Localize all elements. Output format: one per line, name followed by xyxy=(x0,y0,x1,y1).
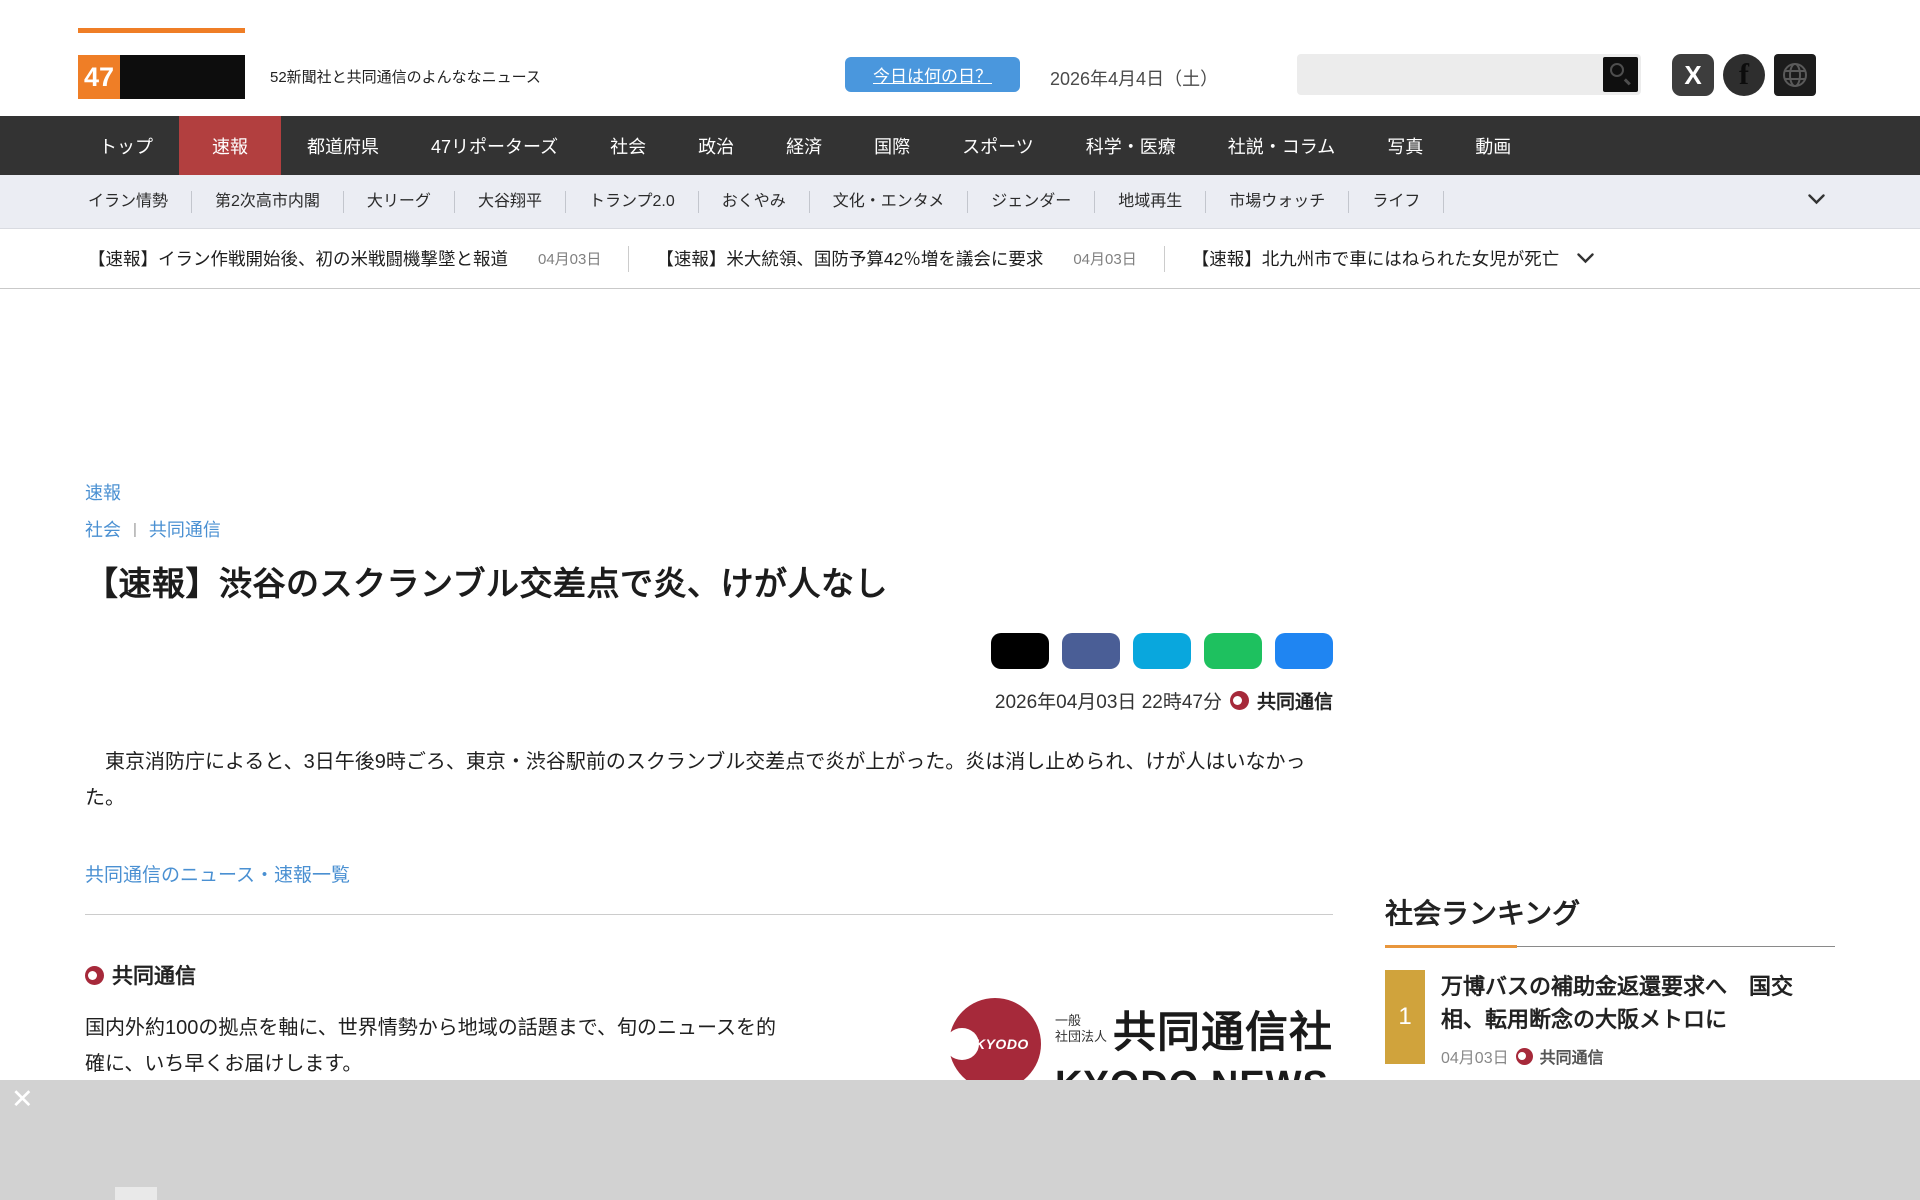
topic-iran[interactable]: イラン情勢 xyxy=(88,190,193,213)
site-logo[interactable]: 47 xyxy=(78,28,245,99)
rank-number-badge: 1 xyxy=(1385,970,1425,1064)
ticker-item[interactable]: 【速報】イラン作戦開始後、初の米戦闘機撃墜と報道 04月03日 xyxy=(88,246,601,271)
search-input[interactable] xyxy=(1307,54,1597,95)
page: 47 52新聞社と共同通信のよんななニュース 今日は何の日？ 2026年4月4日… xyxy=(0,0,1920,1200)
nav-item-photo[interactable]: 写真 xyxy=(1361,116,1449,175)
ticker-divider xyxy=(1163,245,1165,272)
article: 速報 社会 | 共同通信 【速報】渋谷のスクランブル交差点で炎、けが人なし 20… xyxy=(85,479,1333,1106)
breadcrumb-sokuho[interactable]: 速報 xyxy=(85,483,121,503)
breadcrumb-separator: | xyxy=(133,520,137,538)
nav-item-international[interactable]: 国際 xyxy=(848,116,936,175)
nav-item-video[interactable]: 動画 xyxy=(1449,116,1537,175)
ticker-chevron-down-icon[interactable] xyxy=(1577,253,1594,264)
ranking-headline[interactable]: 万博バスの補助金返還要求へ 国交相、転用断念の大阪メトロに xyxy=(1441,970,1835,1036)
share-button-green[interactable] xyxy=(1204,633,1262,669)
logo-news-box xyxy=(120,55,245,99)
kyodo-org-type: 一般 社団法人 xyxy=(1054,1013,1107,1044)
nav-item-sports[interactable]: スポーツ xyxy=(936,116,1060,175)
site-tagline: 52新聞社と共同通信のよんななニュース xyxy=(270,69,541,86)
topic-market[interactable]: 市場ウォッチ xyxy=(1206,190,1350,213)
site-header: 47 52新聞社と共同通信のよんななニュース 今日は何の日？ 2026年4月4日… xyxy=(0,0,1920,116)
social-links: X f xyxy=(1672,54,1816,96)
topic-culture[interactable]: 文化・エンタメ xyxy=(810,190,969,213)
kyodo-section-name: 共同通信 xyxy=(112,965,196,988)
globe-icon[interactable] xyxy=(1774,54,1816,96)
article-headline: 【速報】渋谷のスクランブル交差点で炎、けが人なし xyxy=(85,565,889,602)
breadcrumb-category[interactable]: 社会 xyxy=(85,516,121,542)
topic-trump[interactable]: トランプ2.0 xyxy=(566,190,699,213)
content-area: 速報 社会 | 共同通信 【速報】渋谷のスクランブル交差点で炎、けが人なし 20… xyxy=(0,289,1920,1199)
topic-ohtani[interactable]: 大谷翔平 xyxy=(455,190,566,213)
nav-item-science-medical[interactable]: 科学・医療 xyxy=(1060,116,1202,175)
nav-item-editorial-column[interactable]: 社説・コラム xyxy=(1202,116,1361,175)
topic-chevron-down-icon[interactable] xyxy=(1808,194,1825,205)
ticker-date: 04月03日 xyxy=(538,251,602,268)
share-buttons xyxy=(85,633,1333,669)
publish-datetime: 2026年04月03日 22時47分 xyxy=(994,692,1222,713)
share-button-black[interactable] xyxy=(991,633,1049,669)
topic-gender[interactable]: ジェンダー xyxy=(968,190,1096,213)
kyodo-company-name: 共同通信社 xyxy=(1113,1009,1333,1057)
kyodo-logo-icon xyxy=(85,965,104,985)
share-button-cyan[interactable] xyxy=(1133,633,1191,669)
nav-item-politics[interactable]: 政治 xyxy=(672,116,760,175)
kyodo-circle-mark-icon: KYODO xyxy=(944,998,1041,1090)
nav-item-prefectures[interactable]: 都道府県 xyxy=(281,116,405,175)
ticker-title: 【速報】米大統領、国防予算42％増を議会に要求 xyxy=(656,249,1044,269)
topic-nav: イラン情勢 第2次高市内閣 大リーグ 大谷翔平 トランプ2.0 おくやみ 文化・… xyxy=(0,175,1920,229)
breaking-ticker: 【速報】イラン作戦開始後、初の米戦闘機撃墜と報道 04月03日 【速報】米大統領… xyxy=(0,229,1920,289)
nav-item-47reporters[interactable]: 47リポーターズ xyxy=(405,116,584,175)
breadcrumb: 社会 | 共同通信 xyxy=(85,516,1333,542)
ranking-source: 共同通信 xyxy=(1539,1050,1604,1067)
ranking-date: 04月03日 xyxy=(1441,1050,1509,1067)
ticker-title: 【速報】北九州市で車にはねられた女児が死亡 xyxy=(1191,249,1560,269)
ticker-date: 04月03日 xyxy=(1073,251,1137,268)
nav-item-sokuho[interactable]: 速報 xyxy=(179,116,281,175)
article-divider xyxy=(85,914,1333,915)
today-what-day-button[interactable]: 今日は何の日？ xyxy=(845,57,1020,92)
share-button-darkblue[interactable] xyxy=(1062,633,1120,669)
article-source: 共同通信 xyxy=(1256,692,1333,713)
x-twitter-icon[interactable]: X xyxy=(1672,54,1714,96)
article-body: 東京消防庁によると、3日午後9時ごろ、東京・渋谷駅前のスクランブル交差点で炎が上… xyxy=(85,751,1306,809)
ticker-title: 【速報】イラン作戦開始後、初の米戦闘機撃墜と報道 xyxy=(88,249,508,269)
header-date: 2026年4月4日（土） xyxy=(1050,69,1219,89)
ticker-item[interactable]: 【速報】米大統領、国防予算42％増を議会に要求 04月03日 xyxy=(656,246,1136,271)
ad-banner-fragment xyxy=(115,1187,157,1200)
topic-cabinet[interactable]: 第2次高市内閣 xyxy=(192,190,344,213)
nav-item-society[interactable]: 社会 xyxy=(584,116,672,175)
ranking-title: 社会ランキング xyxy=(1385,898,1581,929)
kyodo-logo-icon xyxy=(1229,691,1249,710)
nav-item-economy[interactable]: 経済 xyxy=(760,116,848,175)
kyodo-description: 国内外約100の拠点を軸に、世界情勢から地域の話題まで、旬のニュースを的確に、い… xyxy=(85,1017,776,1075)
ranking-sidebar: 社会ランキング 1 万博バスの補助金返還要求へ 国交相、転用断念の大阪メトロに … xyxy=(1385,892,1835,1068)
article-meta: 2026年04月03日 22時47分 共同通信 xyxy=(85,687,1333,714)
close-icon[interactable]: ✕ xyxy=(11,1086,34,1113)
search-box xyxy=(1297,54,1641,95)
kyodo-info-section: 共同通信 国内外約100の拠点を軸に、世界情勢から地域の話題まで、旬のニュースを… xyxy=(85,960,1333,1106)
breadcrumb-source[interactable]: 共同通信 xyxy=(149,516,221,542)
ticker-divider xyxy=(628,245,630,272)
topic-mlb[interactable]: 大リーグ xyxy=(344,190,455,213)
ticker-item[interactable]: 【速報】北九州市で車にはねられた女児が死亡 xyxy=(1192,246,1560,271)
nav-item-top[interactable]: トップ xyxy=(73,116,179,175)
ranking-divider xyxy=(1385,945,1835,948)
kyodo-news-list-link[interactable]: 共同通信のニュース・速報一覧 xyxy=(85,860,350,887)
search-icon xyxy=(1610,63,1624,77)
topic-obituary[interactable]: おくやみ xyxy=(699,190,810,213)
share-button-blue[interactable] xyxy=(1275,633,1333,669)
topic-life[interactable]: ライフ xyxy=(1349,190,1445,213)
logo-orange-line xyxy=(78,28,245,33)
topic-regional[interactable]: 地域再生 xyxy=(1095,190,1207,213)
logo-47-box: 47 xyxy=(78,55,120,99)
kyodo-logo-icon xyxy=(1515,1047,1533,1065)
facebook-icon[interactable]: f xyxy=(1723,54,1765,96)
search-button[interactable] xyxy=(1603,57,1638,92)
main-nav: トップ 速報 都道府県 47リポーターズ 社会 政治 経済 国際 スポーツ 科学… xyxy=(0,116,1920,175)
ranking-item-1[interactable]: 1 万博バスの補助金返還要求へ 国交相、転用断念の大阪メトロに 04月03日 共… xyxy=(1385,970,1835,1068)
ranking-meta: 04月03日 共同通信 xyxy=(1441,1044,1835,1068)
ad-banner-overlay: ✕ xyxy=(0,1080,1920,1200)
